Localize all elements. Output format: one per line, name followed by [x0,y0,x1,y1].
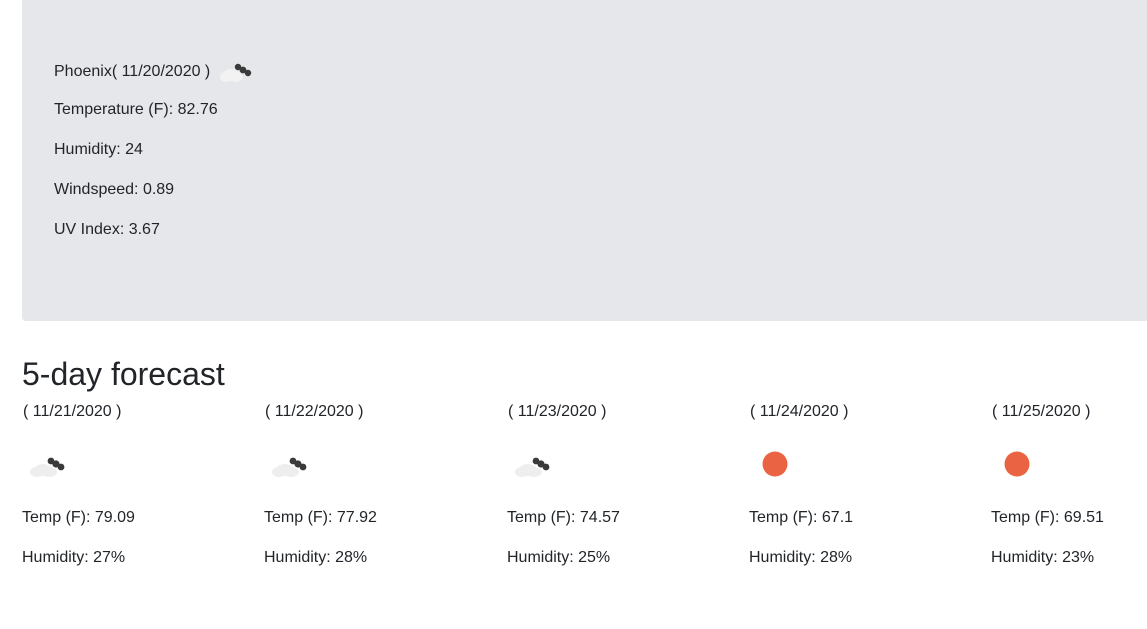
partly-cloudy-night-icon [511,448,555,480]
current-uv-index: UV Index: 3.67 [54,221,160,238]
forecast-day-card: ( 11/25/2020 ) Temp (F): 69.51 Humidity: 2… [991,400,1147,580]
forecast-heading: 5-day forecast [22,356,225,392]
forecast-humidity: Humidity: 27% [22,549,126,566]
current-weather-panel: Phoenix( 11/20/2020 ) Temperature (F): 8… [22,0,1147,321]
forecast-date: ( 11/22/2020 ) [265,403,364,420]
forecast-day-card: ( 11/24/2020 ) Temp (F): 67.1 Humidity: 28… [749,400,979,580]
forecast-temp: Temp (F): 79.09 [22,509,135,526]
forecast-date: ( 11/21/2020 ) [23,403,122,420]
current-temperature: Temperature (F): 82.76 [54,101,218,118]
current-windspeed: Windspeed: 0.89 [54,181,175,198]
forecast-date: ( 11/25/2020 ) [992,403,1091,420]
current-humidity: Humidity: 24 [54,141,143,158]
partly-cloudy-night-icon [220,63,252,82]
forecast-day-card: ( 11/21/2020 ) Temp (F): 79.09 Humidity: 2… [22,400,252,580]
forecast-date: ( 11/23/2020 ) [508,403,607,420]
forecast-humidity: Humidity: 25% [507,549,611,566]
forecast-temp: Temp (F): 69.51 [991,509,1104,526]
forecast-day-card: ( 11/22/2020 ) Temp (F): 77.92 Humidity: 2… [264,400,494,580]
forecast-humidity: Humidity: 28% [749,549,853,566]
sun-icon [753,448,797,480]
forecast-temp: Temp (F): 74.57 [507,509,620,526]
forecast-day-card: ( 11/23/2020 ) Temp (F): 74.57 Humidity: 2… [507,400,737,580]
forecast-temp: Temp (F): 77.92 [264,509,377,526]
forecast-humidity: Humidity: 23% [991,549,1095,566]
forecast-temp: Temp (F): 67.1 [749,509,854,526]
forecast-humidity: Humidity: 28% [264,549,368,566]
city-date-label: Phoenix( 11/20/2020 ) [54,63,211,80]
partly-cloudy-night-icon [268,448,312,480]
sun-icon [995,448,1039,480]
partly-cloudy-night-icon [26,448,70,480]
current-city-line: Phoenix( 11/20/2020 ) [54,58,256,86]
forecast-date: ( 11/24/2020 ) [750,403,849,420]
